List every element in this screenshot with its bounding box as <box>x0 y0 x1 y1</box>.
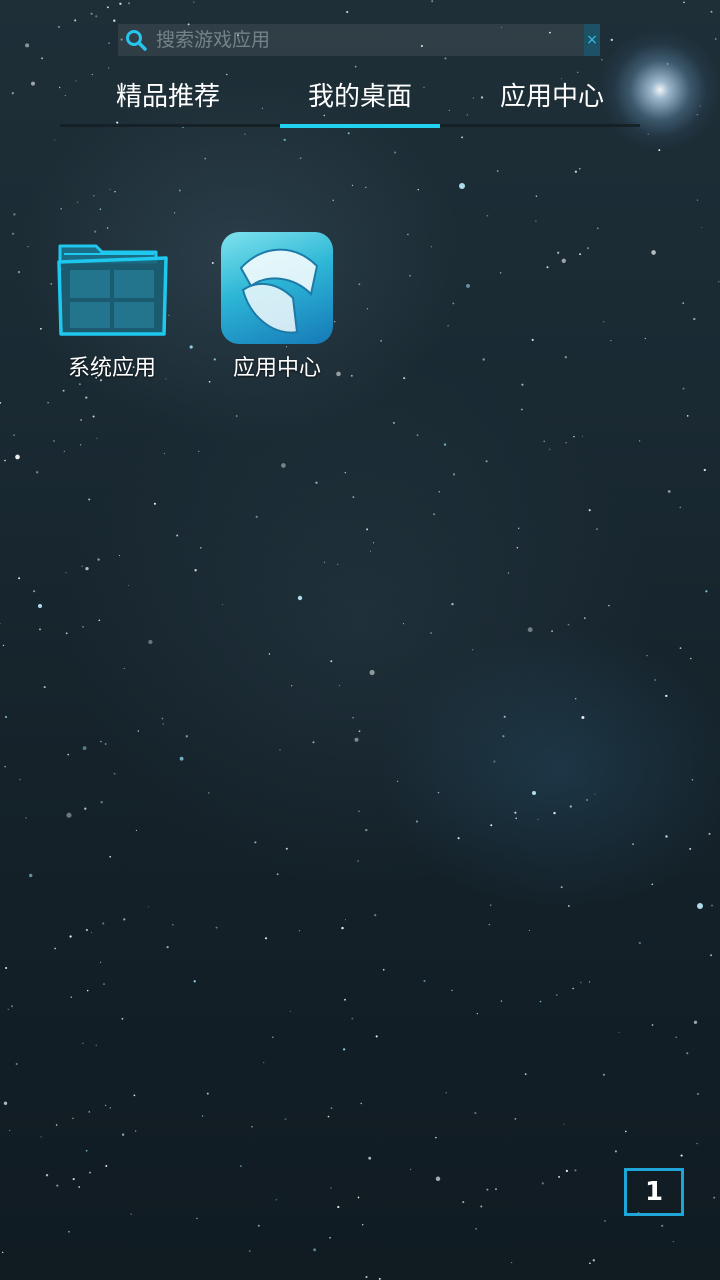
clear-search-button[interactable]: × <box>584 24 600 56</box>
search-icon <box>126 30 147 51</box>
search-bar[interactable]: × <box>118 24 600 56</box>
tab-bar: 精品推荐 我的桌面 应用中心 <box>60 70 640 128</box>
search-input[interactable] <box>156 24 576 56</box>
desktop-app-app-center[interactable]: 应用中心 <box>200 232 350 382</box>
tab-app-center[interactable]: 应用中心 <box>452 70 652 124</box>
tab-my-desktop[interactable]: 我的桌面 <box>260 70 460 124</box>
tab-active-indicator <box>280 124 440 128</box>
folder-icon <box>57 244 168 336</box>
app-label: 应用中心 <box>232 356 321 381</box>
app-center-icon <box>221 232 333 344</box>
page-indicator[interactable]: 1 <box>624 1168 684 1216</box>
tab-featured[interactable]: 精品推荐 <box>68 70 268 124</box>
desktop-app-system-apps[interactable]: 系统应用 <box>35 232 185 382</box>
app-label: 系统应用 <box>67 356 156 381</box>
starfield-background <box>0 0 720 1280</box>
close-icon: × <box>586 32 598 48</box>
